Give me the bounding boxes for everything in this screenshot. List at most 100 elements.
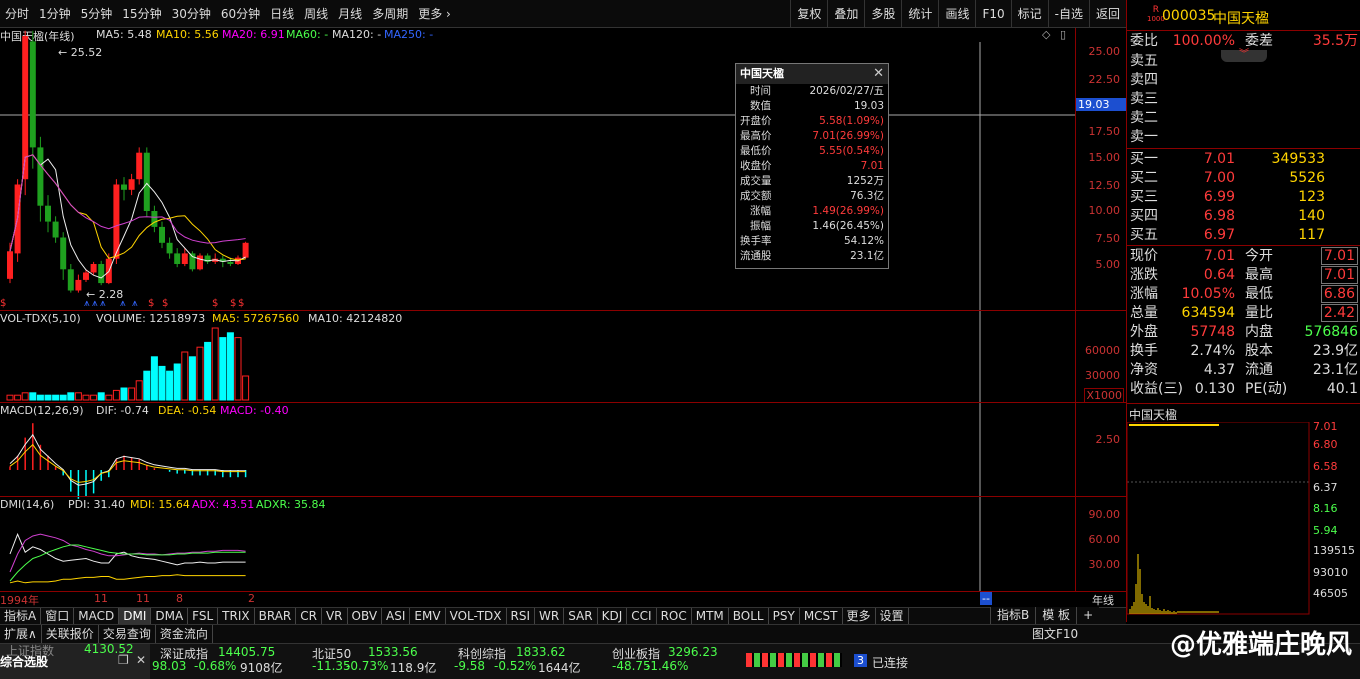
candle-body [121, 184, 127, 190]
volume-bar [173, 363, 181, 401]
stat-cell: 6.86 [1320, 285, 1358, 303]
candle-body [7, 251, 13, 279]
candle-body [136, 152, 143, 180]
tooltip-row: 流通股 23.1亿 [736, 249, 888, 264]
bid-label: 买二 [1130, 170, 1158, 186]
indicator-tab[interactable]: BOLL [729, 608, 769, 624]
y-tick: 17.50 [1088, 125, 1121, 138]
stat-row: 外盘 57748 内盘 576846 [1127, 323, 1360, 342]
event-marker: ⩚ [100, 298, 106, 309]
indicator-tab[interactable]: 更多 [843, 608, 876, 624]
indicator-tab[interactable]: WR [535, 608, 565, 624]
trading-window: 分时 1分钟 5分钟 15分钟 30分钟 60分钟 日线 周线 月线 多周期 更… [0, 0, 1360, 679]
close-icon[interactable]: ✕ [136, 653, 146, 667]
volume-bar [105, 394, 113, 401]
bid-row[interactable]: 买二 7.00 5526 [1127, 169, 1360, 188]
macd-title: MACD(12,26,9) [0, 404, 84, 417]
bid-row[interactable]: 买五 6.97 117 [1127, 226, 1360, 245]
volume-bar [219, 337, 227, 401]
indicator-tab[interactable]: FSL [188, 608, 219, 624]
indicator-tab[interactable]: 设置 [876, 608, 909, 624]
y-tick: 10.00 [1088, 204, 1121, 217]
indicator-tab[interactable]: RSI [507, 608, 536, 624]
dmi-adxr: ADXR: 35.84 [256, 498, 326, 511]
indicator-tab[interactable]: EMV [410, 608, 446, 624]
indicator-tab[interactable]: TRIX [218, 608, 255, 624]
volume-bar [120, 387, 128, 401]
stat-cell: 最低 [1245, 286, 1273, 302]
indicator-tab[interactable]: VR [322, 608, 348, 624]
mini-tick: 6.37 [1313, 481, 1338, 494]
status-bar: 综合选股 ❐ ✕ 上证指数 4130.52 98.03 -0.68% 9108亿… [0, 642, 1360, 679]
tooltip-key: 换手率 [740, 235, 772, 247]
indicator-tab[interactable]: 窗口 [41, 608, 75, 624]
macd-value: MACD: -0.40 [220, 404, 289, 417]
add-tab-button[interactable]: + [1076, 607, 1099, 624]
mdi-line [9, 574, 246, 584]
indicator-tab[interactable]: SAR [564, 608, 598, 624]
candle-body [90, 264, 97, 273]
indicator-tab[interactable]: CCI [627, 608, 657, 624]
x-label: 8 [176, 592, 183, 605]
tooltip-row: 最低价 5.55(0.54%) [736, 144, 888, 159]
data-tooltip: 中国天楹 ✕ 时间 2026/02/27/五 数值 19.03 开盘价 5.58(1.09… [735, 63, 889, 269]
ma20-line [9, 154, 246, 252]
indicator-tab[interactable]: VOL-TDX [446, 608, 507, 624]
ask-row[interactable]: 卖三 [1127, 90, 1360, 109]
event-marker: ⩚ [84, 298, 90, 309]
ask-row[interactable]: 卖五 [1127, 52, 1360, 71]
y-tick: 15.00 [1088, 151, 1121, 164]
ask-row[interactable]: 卖四 [1127, 71, 1360, 90]
indicator-tab[interactable]: CR [296, 608, 322, 624]
indicator-tab[interactable]: ROC [657, 608, 692, 624]
ask-label: 卖四 [1130, 72, 1158, 88]
candle-body [159, 226, 165, 243]
indicator-tab[interactable]: DMA [151, 608, 189, 624]
bid-price: 7.01 [1203, 151, 1235, 167]
tooltip-value: 1252万 [846, 175, 884, 187]
tooltip-value: 1.46(26.45%) [812, 220, 884, 232]
fund-flow-button[interactable]: 资金流向 [156, 625, 213, 643]
indicator-tab[interactable]: MCST [800, 608, 843, 624]
indicator-tab[interactable]: BRAR [255, 608, 297, 624]
bid-row[interactable]: 买三 6.99 123 [1127, 188, 1360, 207]
indicator-tab[interactable]: 指标A [0, 608, 42, 624]
event-marker: ⩚ [132, 298, 138, 309]
indicator-tab[interactable]: ASI [382, 608, 411, 624]
tooltip-value: 1.49(26.99%) [812, 205, 884, 217]
event-marker: ⩚ [92, 298, 98, 309]
vol-unit: X1000 [1084, 388, 1124, 403]
stat-cell: 涨幅 [1130, 286, 1158, 302]
trade-query-button[interactable]: 交易查询 [99, 625, 156, 643]
back-button[interactable]: 返回 [1088, 0, 1126, 28]
bid-row[interactable]: 买一 7.01 349533 [1127, 150, 1360, 169]
template-tab[interactable]: 模 板 [1035, 607, 1076, 624]
volume-bar [150, 356, 158, 401]
tooltip-key: 成交额 [740, 190, 772, 202]
indicator-tab[interactable]: OBV [348, 608, 383, 624]
indicator-tab[interactable]: KDJ [598, 608, 628, 624]
tooltip-key: 最低价 [740, 145, 772, 157]
indicator-tab[interactable]: PSY [769, 608, 800, 624]
tooltip-value: 23.1亿 [850, 250, 884, 262]
indicator-b-tab[interactable]: 指标B [990, 607, 1035, 624]
expand-button[interactable]: 扩展∧ [0, 625, 42, 643]
indicator-tab[interactable]: MTM [692, 608, 729, 624]
related-quote-button[interactable]: 关联报价 [42, 625, 99, 643]
close-icon[interactable]: ✕ [873, 66, 884, 81]
bid-row[interactable]: 买四 6.98 140 [1127, 207, 1360, 226]
volume-bar [128, 387, 136, 401]
sz-amount: 118.9亿 [390, 661, 437, 675]
divider [1127, 148, 1360, 149]
stat-row: 涨幅 10.05% 最低 6.86 [1127, 285, 1360, 304]
cy-value: 3296.23 [668, 645, 718, 659]
stat-row: 换手 2.74% 股本 23.9亿 [1127, 342, 1360, 361]
indicator-tab[interactable]: MACD [74, 608, 120, 624]
stat-row: 总量 634594 量比 2.42 [1127, 304, 1360, 323]
indicator-tab[interactable]: DMI [119, 608, 152, 624]
candle-body [181, 253, 188, 264]
ask-row[interactable]: 卖二 [1127, 109, 1360, 128]
ask-row[interactable]: 卖一 [1127, 128, 1360, 147]
f10-text[interactable]: 图文F10 [1028, 625, 1082, 643]
bid-volume: 140 [1298, 208, 1325, 224]
